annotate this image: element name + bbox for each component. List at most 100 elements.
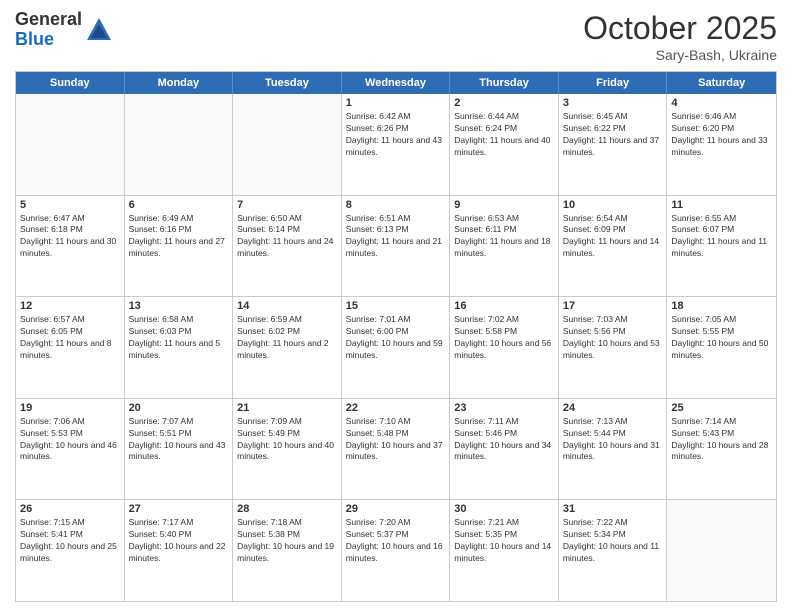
header-day-thursday: Thursday (450, 72, 559, 94)
calendar-cell: 14 Sunrise: 6:59 AM Sunset: 6:02 PM Dayli… (233, 297, 342, 398)
calendar-cell: 19Sunrise: 7:06 AM Sunset: 5:53 PM Dayli… (16, 399, 125, 500)
calendar-cell: 15Sunrise: 7:01 AM Sunset: 6:00 PM Dayli… (342, 297, 451, 398)
day-info: Sunrise: 7:09 AM Sunset: 5:49 PM Dayligh… (237, 416, 337, 464)
day-number: 10 (563, 199, 663, 211)
day-info: Sunrise: 7:05 AM Sunset: 5:55 PM Dayligh… (671, 314, 772, 362)
day-info: Sunrise: 6:50 AM Sunset: 6:14 PM Dayligh… (237, 213, 337, 261)
calendar-cell: 13Sunrise: 6:58 AM Sunset: 6:03 PM Dayli… (125, 297, 234, 398)
logo: General Blue (15, 10, 113, 50)
day-number: 5 (20, 199, 120, 211)
header-day-saturday: Saturday (667, 72, 776, 94)
month-year-title: October 2025 (583, 10, 777, 47)
day-number: 3 (563, 97, 663, 109)
calendar-week-2: 5 Sunrise: 6:47 AM Sunset: 6:18 PM Daylig… (16, 196, 776, 298)
logo-icon (85, 16, 113, 44)
day-info: Sunrise: 7:20 AM Sunset: 5:37 PM Dayligh… (346, 517, 446, 565)
day-info: Sunrise: 6:59 AM Sunset: 6:02 PM Dayligh… (237, 314, 337, 362)
day-info: Sunrise: 7:11 AM Sunset: 5:46 PM Dayligh… (454, 416, 554, 464)
day-info: Sunrise: 7:02 AM Sunset: 5:58 PM Dayligh… (454, 314, 554, 362)
day-info: Sunrise: 6:46 AM Sunset: 6:20 PM Dayligh… (671, 111, 772, 159)
day-number: 24 (563, 402, 663, 414)
calendar-week-1: 1 Sunrise: 6:42 AM Sunset: 6:26 PM Daylig… (16, 94, 776, 196)
day-info: Sunrise: 6:58 AM Sunset: 6:03 PM Dayligh… (129, 314, 229, 362)
day-info: Sunrise: 6:47 AM Sunset: 6:18 PM Dayligh… (20, 213, 120, 261)
day-number: 9 (454, 199, 554, 211)
day-info: Sunrise: 7:21 AM Sunset: 5:35 PM Dayligh… (454, 517, 554, 565)
day-info: Sunrise: 7:17 AM Sunset: 5:40 PM Dayligh… (129, 517, 229, 565)
calendar-week-5: 26 Sunrise: 7:15 AM Sunset: 5:41 PM Dayli… (16, 500, 776, 601)
calendar-cell: 29 Sunrise: 7:20 AM Sunset: 5:37 PM Dayli… (342, 500, 451, 601)
day-number: 11 (671, 199, 772, 211)
day-info: Sunrise: 7:10 AM Sunset: 5:48 PM Dayligh… (346, 416, 446, 464)
day-number: 26 (20, 503, 120, 515)
calendar-header-row: SundayMondayTuesdayWednesdayThursdayFrid… (16, 72, 776, 94)
day-info: Sunrise: 6:42 AM Sunset: 6:26 PM Dayligh… (346, 111, 446, 159)
day-number: 15 (346, 300, 446, 312)
header-day-tuesday: Tuesday (233, 72, 342, 94)
calendar-body: 1 Sunrise: 6:42 AM Sunset: 6:26 PM Daylig… (16, 94, 776, 601)
logo-general-text: General (15, 9, 82, 29)
day-number: 29 (346, 503, 446, 515)
calendar-cell: 1 Sunrise: 6:42 AM Sunset: 6:26 PM Daylig… (342, 94, 451, 195)
calendar-cell: 25 Sunrise: 7:14 AM Sunset: 5:43 PM Dayli… (667, 399, 776, 500)
day-number: 14 (237, 300, 337, 312)
calendar-cell: 18 Sunrise: 7:05 AM Sunset: 5:55 PM Dayli… (667, 297, 776, 398)
day-info: Sunrise: 6:54 AM Sunset: 6:09 PM Dayligh… (563, 213, 663, 261)
calendar-cell: 20Sunrise: 7:07 AM Sunset: 5:51 PM Dayli… (125, 399, 234, 500)
calendar-cell (16, 94, 125, 195)
calendar-cell (125, 94, 234, 195)
day-info: Sunrise: 7:14 AM Sunset: 5:43 PM Dayligh… (671, 416, 772, 464)
calendar-week-3: 12 Sunrise: 6:57 AM Sunset: 6:05 PM Dayli… (16, 297, 776, 399)
day-info: Sunrise: 7:15 AM Sunset: 5:41 PM Dayligh… (20, 517, 120, 565)
day-number: 20 (129, 402, 229, 414)
day-number: 7 (237, 199, 337, 211)
day-info: Sunrise: 6:57 AM Sunset: 6:05 PM Dayligh… (20, 314, 120, 362)
day-number: 25 (671, 402, 772, 414)
calendar-cell: 21 Sunrise: 7:09 AM Sunset: 5:49 PM Dayli… (233, 399, 342, 500)
day-number: 23 (454, 402, 554, 414)
location-subtitle: Sary-Bash, Ukraine (583, 47, 777, 63)
calendar-cell: 7 Sunrise: 6:50 AM Sunset: 6:14 PM Daylig… (233, 196, 342, 297)
calendar-cell: 11Sunrise: 6:55 AM Sunset: 6:07 PM Dayli… (667, 196, 776, 297)
calendar-cell: 12 Sunrise: 6:57 AM Sunset: 6:05 PM Dayli… (16, 297, 125, 398)
day-number: 27 (129, 503, 229, 515)
day-number: 21 (237, 402, 337, 414)
calendar-cell: 28Sunrise: 7:18 AM Sunset: 5:38 PM Dayli… (233, 500, 342, 601)
title-section: October 2025 Sary-Bash, Ukraine (583, 10, 777, 63)
day-info: Sunrise: 6:44 AM Sunset: 6:24 PM Dayligh… (454, 111, 554, 159)
calendar-cell: 8Sunrise: 6:51 AM Sunset: 6:13 PM Daylig… (342, 196, 451, 297)
day-info: Sunrise: 7:18 AM Sunset: 5:38 PM Dayligh… (237, 517, 337, 565)
calendar: SundayMondayTuesdayWednesdayThursdayFrid… (15, 71, 777, 602)
page: General Blue October 2025 Sary-Bash, Ukr… (0, 0, 792, 612)
calendar-cell: 16 Sunrise: 7:02 AM Sunset: 5:58 PM Dayli… (450, 297, 559, 398)
day-number: 16 (454, 300, 554, 312)
day-number: 6 (129, 199, 229, 211)
day-number: 2 (454, 97, 554, 109)
calendar-cell: 22Sunrise: 7:10 AM Sunset: 5:48 PM Dayli… (342, 399, 451, 500)
calendar-cell: 17Sunrise: 7:03 AM Sunset: 5:56 PM Dayli… (559, 297, 668, 398)
day-number: 1 (346, 97, 446, 109)
calendar-cell: 3 Sunrise: 6:45 AM Sunset: 6:22 PM Daylig… (559, 94, 668, 195)
calendar-cell: 23 Sunrise: 7:11 AM Sunset: 5:46 PM Dayli… (450, 399, 559, 500)
calendar-cell: 10 Sunrise: 6:54 AM Sunset: 6:09 PM Dayli… (559, 196, 668, 297)
day-number: 17 (563, 300, 663, 312)
header-day-wednesday: Wednesday (342, 72, 451, 94)
day-info: Sunrise: 7:22 AM Sunset: 5:34 PM Dayligh… (563, 517, 663, 565)
day-info: Sunrise: 7:13 AM Sunset: 5:44 PM Dayligh… (563, 416, 663, 464)
header-day-sunday: Sunday (16, 72, 125, 94)
day-number: 8 (346, 199, 446, 211)
calendar-cell: 9Sunrise: 6:53 AM Sunset: 6:11 PM Daylig… (450, 196, 559, 297)
logo-blue-text: Blue (15, 29, 54, 49)
day-number: 12 (20, 300, 120, 312)
calendar-week-4: 19Sunrise: 7:06 AM Sunset: 5:53 PM Dayli… (16, 399, 776, 501)
calendar-cell: 26 Sunrise: 7:15 AM Sunset: 5:41 PM Dayli… (16, 500, 125, 601)
calendar-cell: 27 Sunrise: 7:17 AM Sunset: 5:40 PM Dayli… (125, 500, 234, 601)
day-info: Sunrise: 6:49 AM Sunset: 6:16 PM Dayligh… (129, 213, 229, 261)
calendar-cell: 24 Sunrise: 7:13 AM Sunset: 5:44 PM Dayli… (559, 399, 668, 500)
day-info: Sunrise: 6:45 AM Sunset: 6:22 PM Dayligh… (563, 111, 663, 159)
header: General Blue October 2025 Sary-Bash, Ukr… (15, 10, 777, 63)
calendar-cell (667, 500, 776, 601)
day-number: 18 (671, 300, 772, 312)
day-info: Sunrise: 7:06 AM Sunset: 5:53 PM Dayligh… (20, 416, 120, 464)
calendar-cell: 31Sunrise: 7:22 AM Sunset: 5:34 PM Dayli… (559, 500, 668, 601)
